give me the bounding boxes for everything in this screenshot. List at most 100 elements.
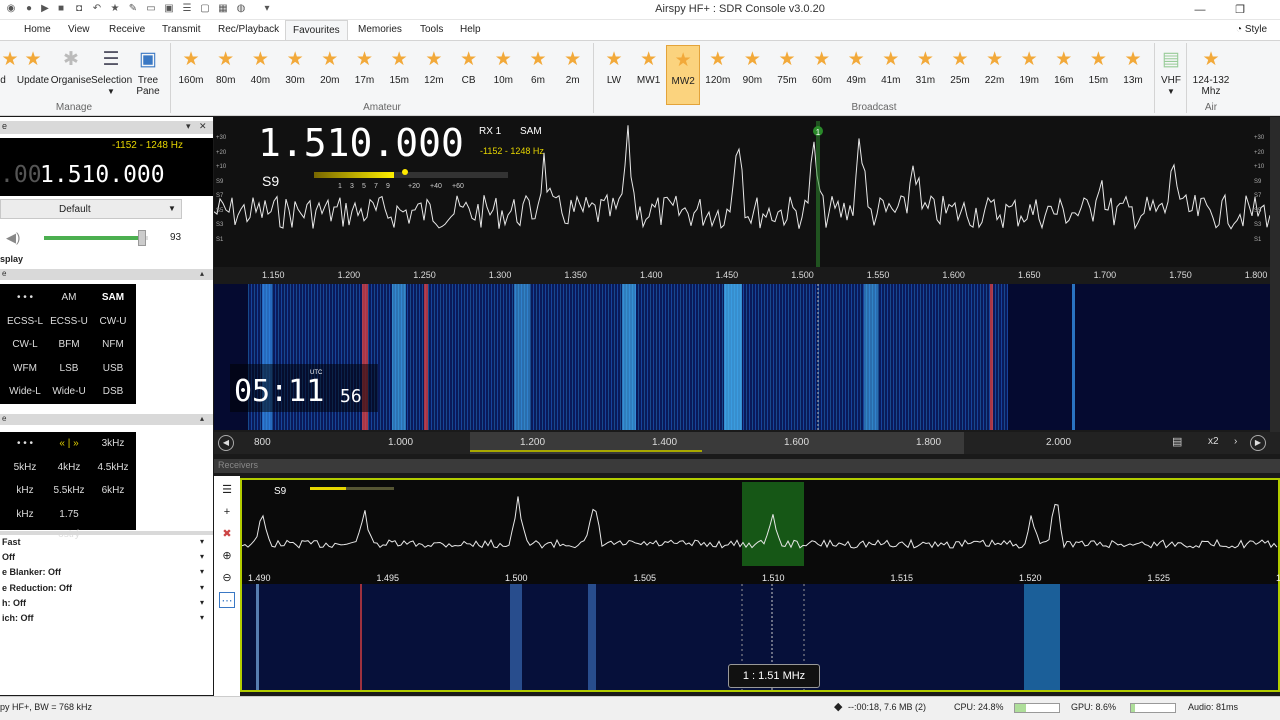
- waterfall[interactable]: 05:11 56 UTC: [214, 284, 1270, 430]
- collapse-icon[interactable]: ▴: [200, 414, 204, 423]
- close-icon[interactable]: ✕: [199, 121, 207, 132]
- mode-sam-button[interactable]: SAM: [92, 288, 134, 308]
- fav-49m-button[interactable]: ★ 49m: [839, 45, 873, 86]
- fav-6m-button[interactable]: ★ 6m: [521, 45, 555, 86]
- ribbon-tree-pane-button[interactable]: ▣ Tree Pane: [132, 45, 164, 97]
- zoom-in-icon[interactable]: ⊕: [219, 548, 235, 564]
- mode-lsb-button[interactable]: LSB: [48, 358, 90, 379]
- chevron-down-icon[interactable]: ▾: [186, 121, 191, 132]
- style-menu[interactable]: ◔ Style: [1236, 24, 1267, 35]
- filter-button[interactable]: 6kHz: [92, 481, 134, 501]
- fav-75m-button[interactable]: ★ 75m: [770, 45, 804, 86]
- filter-button[interactable]: 3kHz: [92, 434, 134, 454]
- fav-lw-button[interactable]: ★ LW: [597, 45, 631, 86]
- filter-button[interactable]: 5kHz: [4, 457, 46, 478]
- fav-60m-button[interactable]: ★ 60m: [805, 45, 839, 86]
- fav-15m-button[interactable]: ★ 15m: [382, 45, 416, 86]
- mode-am-button[interactable]: AM: [48, 288, 90, 308]
- chevron-right-icon[interactable]: ›: [1234, 436, 1237, 447]
- nav-left-icon[interactable]: ◀: [218, 435, 234, 451]
- volume-slider[interactable]: [44, 230, 148, 246]
- chevron-down-icon[interactable]: ▾: [200, 583, 204, 592]
- nav-right-icon[interactable]: ▶: [1250, 435, 1266, 451]
- filter-button[interactable]: • • •: [4, 434, 46, 454]
- menu-icon[interactable]: ☰: [219, 482, 235, 498]
- fav-80m-button[interactable]: ★ 80m: [209, 45, 243, 86]
- fav-mw2-button[interactable]: ★ MW2: [666, 45, 701, 105]
- mode-wfm-button[interactable]: WFM: [4, 358, 46, 379]
- ribbon-air-button[interactable]: ★ 124-132 Mhz: [1188, 45, 1234, 97]
- mode-nfm-button[interactable]: NFM: [92, 335, 134, 355]
- mode-wide-u-button[interactable]: Wide-U: [48, 382, 90, 402]
- mode-cw-u-button[interactable]: CW-U: [92, 311, 134, 332]
- preset-select[interactable]: Default ▼: [0, 199, 182, 219]
- restore-icon[interactable]: ❐: [1228, 2, 1252, 18]
- filter-button[interactable]: kHz: [4, 481, 46, 501]
- setting-item[interactable]: e Reduction: Off: [2, 583, 72, 593]
- chevron-down-icon[interactable]: ▾: [200, 567, 204, 576]
- fav-mw1-button[interactable]: ★ MW1: [632, 45, 666, 86]
- setting-item[interactable]: Fast: [2, 537, 21, 547]
- screen-icon[interactable]: ▤: [1172, 435, 1182, 448]
- side-scrollbar[interactable]: [1270, 117, 1280, 454]
- ribbon-vhf-button[interactable]: ▤ VHF ▼: [1158, 45, 1184, 97]
- setting-item[interactable]: ich: Off: [2, 613, 34, 623]
- volume-thumb[interactable]: [138, 230, 146, 246]
- fav-2m-button[interactable]: ★ 2m: [556, 45, 590, 86]
- mode-ecss-u-button[interactable]: ECSS-U: [48, 311, 90, 332]
- menu-help[interactable]: Help: [460, 24, 481, 35]
- chevron-down-icon[interactable]: ▾: [200, 598, 204, 607]
- menu-receive[interactable]: Receive: [109, 24, 145, 35]
- mode-ecss-l-button[interactable]: ECSS-L: [4, 311, 46, 332]
- fav-22m-button[interactable]: ★ 22m: [978, 45, 1012, 86]
- menu-home[interactable]: Home: [24, 24, 51, 35]
- frequency-display[interactable]: -1152 - 1248 Hz .00 1.510.000: [0, 138, 213, 196]
- menu-tools[interactable]: Tools: [420, 24, 443, 35]
- fav-31m-button[interactable]: ★ 31m: [908, 45, 942, 86]
- fav-19m-button[interactable]: ★ 19m: [1012, 45, 1046, 86]
- ribbon-selection-button[interactable]: ☰ Selection ▼: [91, 45, 132, 97]
- fav-16m-button[interactable]: ★ 16m: [1047, 45, 1081, 86]
- collapse-icon[interactable]: ▴: [200, 269, 204, 278]
- fav-160m-button[interactable]: ★ 160m: [174, 45, 208, 86]
- fav-30m-button[interactable]: ★ 30m: [278, 45, 312, 86]
- mode-cw-l-button[interactable]: CW-L: [4, 335, 46, 355]
- fav-12m-button[interactable]: ★ 12m: [417, 45, 451, 86]
- menu-favourites[interactable]: Favourites: [285, 20, 348, 41]
- add-icon[interactable]: +: [219, 504, 235, 520]
- mode-dsb-button[interactable]: DSB: [92, 382, 134, 402]
- fav-10m-button[interactable]: ★ 10m: [486, 45, 520, 86]
- fav-17m-button[interactable]: ★ 17m: [348, 45, 382, 86]
- filter-button[interactable]: kHz: [4, 504, 46, 525]
- mode-bfm-button[interactable]: BFM: [48, 335, 90, 355]
- chevron-down-icon[interactable]: ▾: [200, 552, 204, 561]
- fav-40m-button[interactable]: ★ 40m: [243, 45, 277, 86]
- fav-25m-button[interactable]: ★ 25m: [943, 45, 977, 86]
- ribbon-update-button[interactable]: ★ Update: [14, 45, 52, 86]
- fav-cb-button[interactable]: ★ CB: [452, 45, 486, 86]
- ribbon-organise-button[interactable]: ✱ Organise: [50, 45, 92, 86]
- filter-button[interactable]: 5.5kHz: [48, 481, 90, 501]
- mode-wide-l-button[interactable]: Wide-L: [4, 382, 46, 402]
- fav-13m-button[interactable]: ★ 13m: [1116, 45, 1150, 86]
- menu-rec-playback[interactable]: Rec/Playback: [218, 24, 279, 35]
- filter-button[interactable]: « | »: [48, 434, 90, 454]
- fav-41m-button[interactable]: ★ 41m: [874, 45, 908, 86]
- fav-20m-button[interactable]: ★ 20m: [313, 45, 347, 86]
- filter-button[interactable]: 4kHz: [48, 457, 90, 478]
- filter-button[interactable]: 4.5kHz: [92, 457, 134, 478]
- fav-120m-button[interactable]: ★ 120m: [701, 45, 735, 86]
- ribbon-add-button[interactable]: ★ d: [0, 45, 18, 86]
- delete-icon[interactable]: ✖: [219, 526, 235, 542]
- filter-button[interactable]: 1.75 ostrý: [48, 504, 90, 540]
- mode-usb-button[interactable]: USB: [92, 358, 134, 379]
- minimize-icon[interactable]: —: [1188, 2, 1212, 18]
- menu-transmit[interactable]: Transmit: [162, 24, 201, 35]
- zoom-label[interactable]: x2: [1208, 436, 1219, 447]
- mode---button[interactable]: • • •: [4, 288, 46, 308]
- menu-memories[interactable]: Memories: [358, 24, 402, 35]
- receiver-1-view[interactable]: S9 1.490 1.495 1.500 1.505 1.510 1.515 1.520 1.…: [240, 478, 1280, 692]
- chevron-down-icon[interactable]: ▾: [200, 613, 204, 622]
- spectrum-display[interactable]: 1 1.510.000 RX 1 SAM -1152 - 1248 Hz S9 …: [214, 117, 1270, 267]
- setting-item[interactable]: Off: [2, 552, 15, 562]
